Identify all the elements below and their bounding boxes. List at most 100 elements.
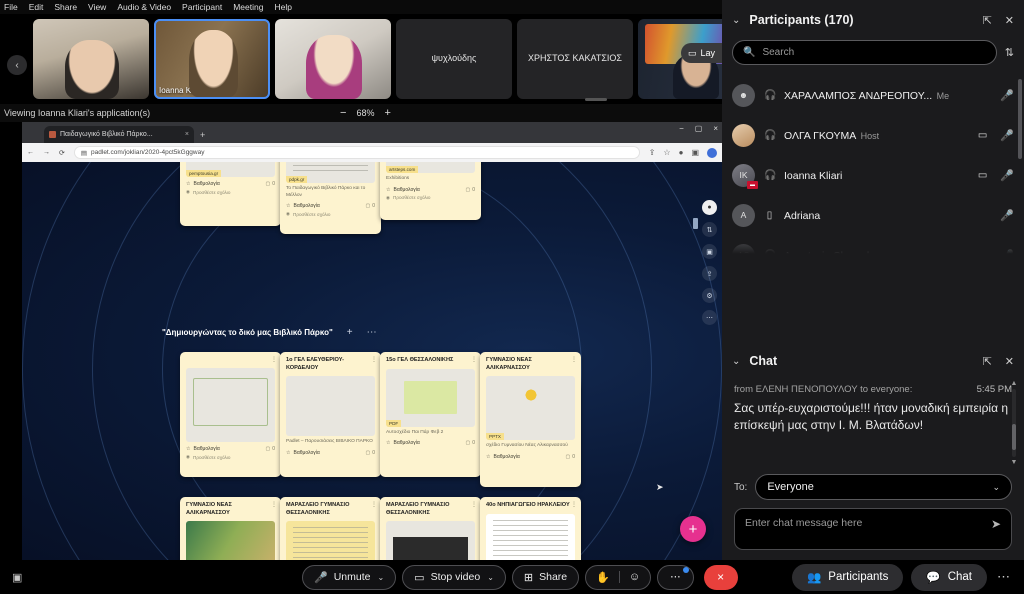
share-icon[interactable]: ⇪ <box>702 266 717 281</box>
menu-item-meeting[interactable]: Meeting <box>233 2 263 12</box>
menu-item-audio-video[interactable]: Audio & Video <box>117 2 171 12</box>
section-add-button[interactable]: + <box>347 327 353 338</box>
chevron-down-icon[interactable]: ⌄ <box>487 573 494 582</box>
star-icon[interactable]: ☆ <box>386 187 390 193</box>
favorite-icon[interactable]: ☆ <box>663 148 670 157</box>
layout-button[interactable]: ▭ Lay <box>680 43 722 63</box>
scroll-track[interactable] <box>1012 389 1016 457</box>
share-icon[interactable]: ⇪ <box>649 148 656 157</box>
card-menu-icon[interactable]: ⋮ <box>271 356 277 363</box>
activity-icon[interactable]: ⇅ <box>702 222 717 237</box>
settings-icon[interactable]: ⚙ <box>702 288 717 303</box>
remake-icon[interactable]: ▣ <box>702 244 717 259</box>
browser-tab[interactable]: Παιδαγωγικό Βιβλικό Πάρκο... × <box>44 126 194 143</box>
menu-item-view[interactable]: View <box>88 2 106 12</box>
padlet-card[interactable]: ⋮ 1ο ΓΕΛ ΕΛΕΥΘΕΡΙΟΥ-ΚΟΡΔΕΛΙΟΥ Padlet – Π… <box>280 352 381 477</box>
minimize-icon[interactable]: − <box>679 124 684 133</box>
padlet-card[interactable]: ⋮ ΜΑΡΑΣΛΕΙΟ ΓΥΜΝΑΣΙΟ ΘΕΣΣΑΛΟΝΙΚΗΣ <box>380 497 481 560</box>
avatar[interactable]: ● <box>702 200 717 215</box>
card-menu-icon[interactable]: ⋮ <box>271 501 277 508</box>
zoom-out-button[interactable]: − <box>340 107 346 119</box>
padlet-canvas[interactable]: ⋮ pemptousia.gr ☆ Βαθμολογία ▢ 0 ◉ <box>22 162 722 560</box>
forward-button[interactable]: → <box>43 149 50 156</box>
card-menu-icon[interactable]: ⋮ <box>371 501 377 508</box>
section-more-icon[interactable]: ⋯ <box>367 327 377 338</box>
minimap-indicator[interactable] <box>693 218 698 229</box>
scroll-down-icon[interactable]: ▼ <box>1011 459 1018 466</box>
closed-caption-icon[interactable]: ▣ <box>12 571 22 584</box>
star-icon[interactable]: ☆ <box>486 454 490 460</box>
star-icon[interactable]: ☆ <box>186 181 190 187</box>
address-bar[interactable]: ▤ padlet.com/joklian/2020-4pct5kGggway <box>73 146 640 159</box>
menu-item-participant[interactable]: Participant <box>182 2 222 12</box>
padlet-card[interactable]: ⋮ ΓΥΜΝΑΣΙΟ ΝΕΑΣ ΑΛΙΚΑΡΝΑΣΣΟΥ <box>180 497 281 560</box>
star-icon[interactable]: ☆ <box>286 203 290 209</box>
zoom-in-button[interactable]: + <box>384 107 390 119</box>
chat-message-area[interactable]: from ΕΛΕΝΗ ΠΕΝΟΠΟΥΛΟΥ to everyone: 5:45 … <box>730 380 1018 468</box>
card-menu-icon[interactable]: ⋮ <box>471 501 477 508</box>
menu-item-help[interactable]: Help <box>274 2 291 12</box>
chevron-down-icon[interactable]: ⌄ <box>732 15 740 26</box>
card-add-comment[interactable]: ◉ Προσθέστε σχόλιο <box>186 454 275 460</box>
close-icon[interactable]: × <box>185 131 189 138</box>
chat-toggle-button[interactable]: 💬 Chat <box>911 563 987 591</box>
scroll-up-icon[interactable]: ▲ <box>1011 380 1018 387</box>
chat-message-input[interactable]: Enter chat message here ➤ <box>734 508 1012 550</box>
extension-badge-icon[interactable]: ● <box>679 148 684 157</box>
participant-row[interactable]: 🎧 ΟΛΓΑ ΓΚΟΥΜΑ Host ▭ 🎤 <box>722 115 1024 155</box>
maximize-icon[interactable]: ▢ <box>695 124 703 133</box>
card-menu-icon[interactable]: ⋮ <box>371 356 377 363</box>
more-icon[interactable]: ⋯ <box>995 569 1012 585</box>
close-icon[interactable]: ✕ <box>1005 355 1014 368</box>
card-menu-icon[interactable]: ⋮ <box>471 356 477 363</box>
back-button[interactable]: ← <box>27 149 34 156</box>
card-add-comment[interactable]: ◉ Προσθέστε σχόλιο <box>286 211 375 217</box>
padlet-card[interactable]: ⋮ 40ο ΝΗΠΙΑΓΩΓΕΙΟ ΗΡΑΚΛΕΙΟΥ ιουργώντας τ… <box>480 497 581 560</box>
padlet-card[interactable]: ⋮ ☆ Βαθμολογία ▢ 0 ◉ Προσθέστε σχόλιο <box>180 352 281 477</box>
menu-item-share[interactable]: Share <box>54 2 77 12</box>
card-add-comment[interactable]: ◉ Προσθέστε σχόλιο <box>386 195 475 201</box>
close-icon[interactable]: ✕ <box>1005 14 1014 27</box>
add-post-button[interactable]: + <box>680 516 706 542</box>
popout-icon[interactable]: ⇱ <box>983 355 992 368</box>
more-icon[interactable]: ⋯ <box>702 310 717 325</box>
pin-icon[interactable]: ⊞ <box>206 85 217 95</box>
padlet-card[interactable]: ⋮ ΓΥΜΝΑΣΙΟ ΝΕΑΣ ΑΛΙΚΑΡΝΑΣΣΟΥ PPTX σχέδιο… <box>480 352 581 487</box>
video-tile-psychloudis[interactable]: ψυχλούδης <box>396 19 512 99</box>
star-icon[interactable]: ☆ <box>186 446 190 452</box>
new-tab-button[interactable]: + <box>200 130 205 140</box>
star-icon[interactable]: ☆ <box>286 450 290 456</box>
share-button[interactable]: ⊞ Share <box>511 564 580 590</box>
close-icon[interactable]: × <box>713 124 718 133</box>
menu-item-edit[interactable]: Edit <box>29 2 44 12</box>
video-tile[interactable] <box>33 19 149 99</box>
card-add-comment[interactable]: ◉ Προσθέστε σχόλιο <box>186 189 275 195</box>
collections-icon[interactable]: ▣ <box>691 148 699 157</box>
card-menu-icon[interactable]: ⋮ <box>571 356 577 363</box>
unmute-button[interactable]: 🎤 Unmute ⌄ <box>302 564 397 590</box>
video-tile-christos-kakatsios[interactable]: ΧΡΗΣΤΟΣ ΚΑΚΑΤΣΙΟΣ <box>517 19 633 99</box>
padlet-card[interactable]: ⋮ pemptousia.gr ☆ Βαθμολογία ▢ 0 ◉ <box>180 162 281 226</box>
avatar[interactable] <box>707 147 717 158</box>
chat-scrollbar[interactable]: ▲ ▼ <box>1010 380 1018 466</box>
strip-resize-handle[interactable] <box>585 98 607 101</box>
chevron-down-icon[interactable]: ⌄ <box>377 573 384 582</box>
participant-row[interactable]: A ▯ Adriana 🎤 <box>722 195 1024 235</box>
participants-list[interactable]: ☻ 🎧 ΧΑΡΑΛΑΜΠΟΣ ΑΝΔΡΕΟΠΟΥ... Me 🎤 🎧 ΟΛΓΑ … <box>722 75 1024 257</box>
emoji-icon[interactable]: ☺ <box>629 571 640 583</box>
chevron-left-icon[interactable]: ‹ <box>7 55 27 75</box>
end-call-button[interactable]: × <box>703 564 738 590</box>
participants-scrollbar[interactable] <box>1018 79 1022 159</box>
participant-row[interactable]: ☻ 🎧 ΧΑΡΑΛΑΜΠΟΣ ΑΝΔΡΕΟΠΟΥ... Me 🎤 <box>722 75 1024 115</box>
chat-recipient-select[interactable]: Everyone ⌄ <box>755 474 1012 500</box>
reload-button[interactable]: ⟳ <box>59 149 65 157</box>
sort-icon[interactable]: ⇅ <box>1005 46 1014 59</box>
more-options-button[interactable]: ⋯ <box>657 564 694 590</box>
padlet-card[interactable]: ⋮ 15ο ΓΕΛ ΘΕΣΣΑΛΟΝΙΚΗΣ PDF Αυτοσχέδιο Πα… <box>380 352 481 477</box>
card-menu-icon[interactable]: ⋮ <box>571 501 577 508</box>
send-icon[interactable]: ➤ <box>991 517 1001 531</box>
search-input[interactable]: 🔍 Search <box>732 40 997 65</box>
menu-item-file[interactable]: File <box>4 2 18 12</box>
popout-icon[interactable]: ⇱ <box>983 14 992 27</box>
participants-toggle-button[interactable]: 👥 Participants <box>791 563 904 591</box>
